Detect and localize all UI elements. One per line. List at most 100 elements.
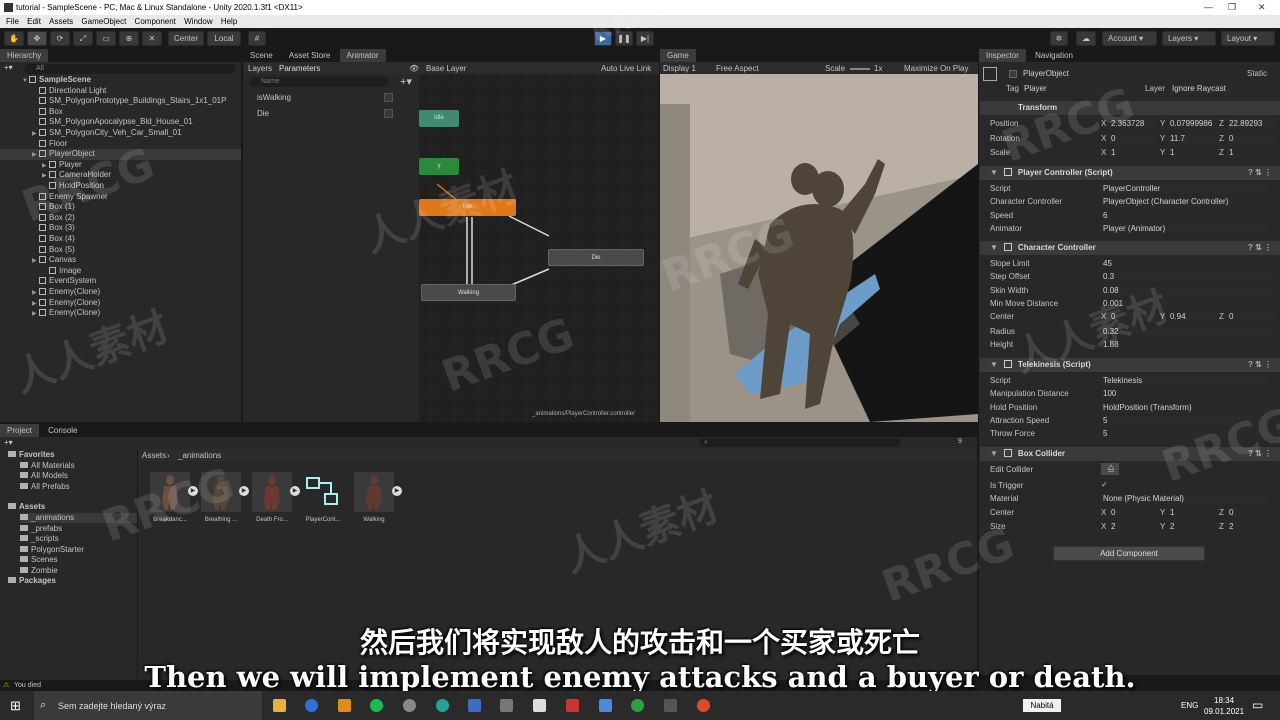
packages-node[interactable]: Packages (8, 576, 56, 586)
param-iswalking-checkbox[interactable] (384, 93, 393, 102)
tab-scene[interactable]: Scene (243, 49, 280, 62)
field-value[interactable]: 1.88 (1101, 340, 1276, 350)
app-icon[interactable] (599, 699, 612, 712)
menu-file[interactable]: File (6, 15, 19, 28)
play-button[interactable]: ▶ (594, 31, 612, 46)
field-value[interactable]: 0.08 (1101, 285, 1276, 296)
field-value[interactable]: 100 (1101, 389, 1271, 400)
position-y[interactable]: 0.07999986 (1168, 119, 1218, 129)
sublime-icon[interactable] (338, 699, 351, 712)
bc-size-y[interactable]: 2 (1168, 522, 1218, 532)
layers-tab[interactable]: Layers (248, 64, 272, 73)
unity-hub-icon[interactable] (403, 699, 416, 712)
hand-tool-icon[interactable]: ✋ (4, 31, 24, 46)
telekinesis-header[interactable]: ▼ Telekinesis (Script)? ⇅ ⋮ (980, 358, 1280, 372)
state-walking[interactable]: Walking (421, 284, 516, 301)
hierarchy-item[interactable]: ▶ Canvas (0, 255, 241, 266)
hierarchy-search[interactable]: All (24, 64, 236, 74)
bc-center-y[interactable]: 1 (1168, 508, 1218, 518)
grid-snap-icon[interactable]: # (248, 31, 266, 46)
menu-help[interactable]: Help (221, 15, 237, 28)
eye-icon[interactable]: 👁 (409, 64, 419, 73)
asset-file[interactable]: PlayerCont... (302, 472, 344, 523)
asset-folder[interactable]: _prefabs (20, 524, 62, 534)
field-value[interactable]: 0.32 (1101, 327, 1276, 337)
hierarchy-item[interactable]: Enemy Spawner (0, 192, 241, 203)
hierarchy-item[interactable]: Floor (0, 139, 241, 150)
pivot-center-button[interactable]: Center (168, 31, 204, 46)
close-icon[interactable]: ✕ (1258, 0, 1266, 15)
app-icon[interactable] (631, 699, 644, 712)
menu-window[interactable]: Window (184, 15, 212, 28)
asset-file[interactable]: ▶ Walking (353, 472, 402, 523)
tab-game[interactable]: Game (660, 49, 696, 62)
param-search[interactable]: Name (249, 77, 389, 87)
tab-hierarchy[interactable]: Hierarchy (0, 49, 49, 62)
hierarchy-item[interactable]: ▶ CameraHolder (0, 170, 241, 181)
tab-asset-store[interactable]: Asset Store (282, 49, 337, 62)
asset-file[interactable]: ▶ Breakdanc... (149, 472, 198, 523)
param-iswalking[interactable]: isWalking (257, 93, 291, 102)
add-param-icon[interactable]: +▾ (400, 75, 412, 88)
clock-time[interactable]: 18:34 (1214, 696, 1234, 705)
state-idle[interactable]: Idle (419, 199, 516, 216)
move-tool-icon[interactable]: ✥ (27, 31, 47, 46)
object-name-field[interactable]: PlayerObject (1021, 69, 1241, 79)
layout-dropdown[interactable]: Layout ▾ (1221, 31, 1275, 46)
menu-component[interactable]: Component (135, 15, 176, 28)
breadcrumb-assets[interactable]: Assets (142, 451, 166, 460)
hierarchy-item[interactable]: ▶ Player (0, 160, 241, 171)
hierarchy-item[interactable]: Box (1) (0, 202, 241, 213)
menu-gameobject[interactable]: GameObject (81, 15, 126, 28)
favorite-item[interactable]: All Materials (20, 461, 75, 471)
field-value[interactable]: 5 (1101, 429, 1271, 440)
rotation-z[interactable]: 0 (1227, 134, 1277, 144)
hierarchy-item[interactable]: ▶ Enemy(Clone) (0, 298, 241, 309)
menu-assets[interactable]: Assets (49, 15, 73, 28)
notification-icon[interactable]: ▭ (1252, 698, 1263, 712)
app-icon[interactable] (500, 699, 513, 712)
tab-inspector[interactable]: Inspector (979, 49, 1026, 62)
breadcrumb-animations[interactable]: _animations (178, 451, 221, 460)
bc-size-x[interactable]: 2 (1109, 522, 1159, 532)
save-icon[interactable] (468, 699, 481, 712)
transform-header[interactable]: Transform (980, 101, 1280, 115)
auto-live-link-button[interactable]: Auto Live Link (601, 64, 651, 73)
state-die[interactable]: Die (548, 249, 644, 266)
field-value[interactable]: PlayerController (1101, 184, 1271, 194)
position-x[interactable]: 2.363728 (1109, 119, 1159, 129)
state-any[interactable]: y (419, 158, 459, 175)
hierarchy-item[interactable]: ▶ PlayerObject (0, 149, 241, 160)
unity-icon[interactable] (533, 699, 546, 712)
windows-start-icon[interactable]: ⊞ (10, 698, 21, 714)
field-value[interactable]: Telekinesis (1101, 376, 1271, 386)
asset-folder[interactable]: Zombie (20, 566, 58, 576)
box-collider-header[interactable]: ▼ Box Collider? ⇅ ⋮ (980, 447, 1280, 461)
bc-center-z[interactable]: 0 (1227, 508, 1277, 518)
param-die-checkbox[interactable] (384, 109, 393, 118)
scene-root[interactable]: ▼ SampleScene (0, 75, 241, 86)
hierarchy-item[interactable]: HoldPosition (0, 181, 241, 192)
rect-tool-icon[interactable]: ▭ (96, 31, 116, 46)
display-dropdown[interactable]: Display 1 (663, 64, 696, 73)
asset-file[interactable]: ▶ Breathing ... (200, 472, 249, 523)
maximize-icon[interactable]: ❐ (1228, 0, 1236, 15)
field-value[interactable]: 0.001 (1101, 298, 1276, 309)
hierarchy-item[interactable]: Box (0, 107, 241, 118)
bc-center-x[interactable]: 0 (1109, 508, 1159, 518)
play-preview-icon[interactable]: ▶ (290, 486, 300, 496)
spotify-icon[interactable] (370, 699, 383, 712)
layers-dropdown[interactable]: Layers ▾ (1162, 31, 1216, 46)
asset-folder[interactable]: PolygonStarter (20, 545, 84, 555)
hierarchy-item[interactable]: Box (2) (0, 213, 241, 224)
field-value[interactable]: 5 (1101, 415, 1271, 426)
layer-dropdown[interactable]: Ignore Raycast (1170, 84, 1276, 94)
asset-folder[interactable]: _animations (20, 513, 137, 523)
minimize-icon[interactable]: — (1204, 0, 1213, 15)
scale-x[interactable]: 1 (1109, 148, 1159, 158)
field-value[interactable]: PlayerObject (Character Controller) (1101, 197, 1271, 208)
project-search[interactable]: ⌕ (700, 438, 900, 447)
app-icon[interactable] (436, 699, 449, 712)
favorite-item[interactable]: All Prefabs (20, 482, 70, 492)
custom-tool-icon[interactable]: ✕ (142, 31, 162, 46)
